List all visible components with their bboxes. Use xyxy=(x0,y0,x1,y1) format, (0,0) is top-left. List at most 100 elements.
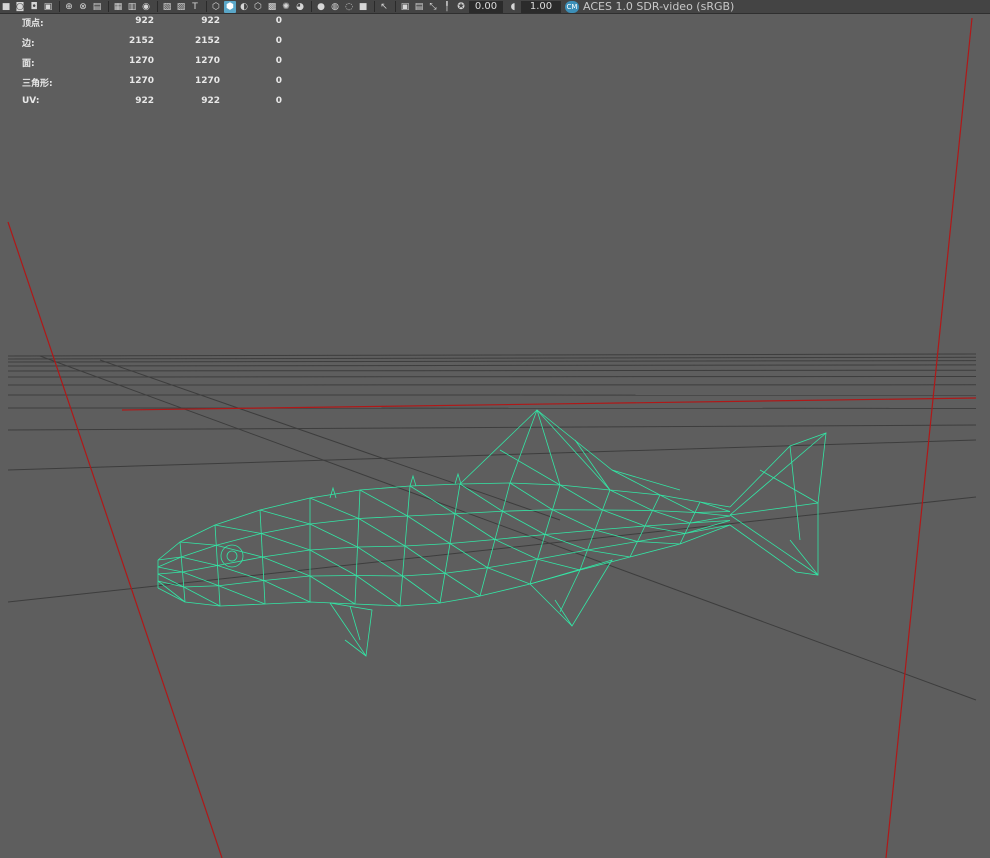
toolbar-divider xyxy=(395,1,396,12)
motion-blur-icon[interactable]: ✺ xyxy=(280,1,292,13)
frame-all-icon[interactable]: ▣ xyxy=(399,1,411,13)
grid-toggle-icon[interactable]: ⊕ xyxy=(63,1,75,13)
mesh-edge xyxy=(404,515,408,547)
mesh-edge xyxy=(358,489,361,519)
view-transform-label[interactable]: ACES 1.0 SDR-video (sRGB) xyxy=(583,0,734,13)
mesh-edge xyxy=(574,439,611,491)
field-chart-icon[interactable]: ▥ xyxy=(126,1,138,13)
camera-select-icon[interactable]: ■ xyxy=(0,1,12,13)
mesh-edge xyxy=(182,571,185,588)
mesh-edge xyxy=(729,502,819,516)
fish-wireframe-mesh[interactable] xyxy=(157,409,827,657)
resolution-gate-icon[interactable]: ▤ xyxy=(91,1,103,13)
grease-pencil-icon[interactable]: ╿ xyxy=(441,1,453,13)
mesh-edge xyxy=(179,541,182,558)
mesh-edge xyxy=(509,409,538,484)
grid-line xyxy=(7,424,977,431)
mesh-edge xyxy=(587,549,631,558)
grid-line xyxy=(7,356,977,360)
image-plane-icon[interactable]: ▣ xyxy=(42,1,54,13)
color-management-icon[interactable]: CM xyxy=(565,0,579,13)
safe-action-icon[interactable]: ▦ xyxy=(112,1,124,13)
wireframe-shade-icon[interactable]: ⬡ xyxy=(210,1,222,13)
mesh-edge xyxy=(449,543,488,569)
exposure-field[interactable]: 0.00 xyxy=(469,0,503,13)
use-lights-icon[interactable]: ◐ xyxy=(238,1,250,13)
grid-line xyxy=(39,355,977,701)
frame-selection-icon[interactable]: ▤ xyxy=(413,1,425,13)
toolbar-divider xyxy=(108,1,109,12)
smooth-shade-all-icon[interactable]: ⬢ xyxy=(224,0,236,13)
textured-icon[interactable]: T xyxy=(189,1,201,13)
mesh-edge xyxy=(215,545,218,566)
shadows-icon[interactable]: ⬡ xyxy=(252,1,264,13)
default-material-icon[interactable]: ▨ xyxy=(175,1,187,13)
mesh-edge xyxy=(509,482,553,511)
xray-joints-icon[interactable]: ◍ xyxy=(329,1,341,13)
grid-line xyxy=(7,364,977,367)
mesh-edge xyxy=(355,546,358,576)
select-camera-icon[interactable]: ↖ xyxy=(378,1,390,13)
toolbar-divider xyxy=(374,1,375,12)
isolate-select-icon[interactable]: ■ xyxy=(357,1,369,13)
mesh-edge xyxy=(789,445,801,541)
anti-alias-icon[interactable]: ◕ xyxy=(294,1,306,13)
mesh-edge xyxy=(502,510,546,535)
bookmarks-icon[interactable]: ◘ xyxy=(28,1,40,13)
mesh-edge xyxy=(157,482,731,561)
mesh-edge xyxy=(309,549,357,576)
mesh-edge xyxy=(637,541,681,545)
mesh-edge xyxy=(407,485,411,517)
wireframe-icon[interactable]: ◉ xyxy=(140,1,152,13)
mesh-edge xyxy=(356,575,401,607)
grid-line xyxy=(7,439,977,471)
mesh-edge xyxy=(594,529,638,542)
mesh-edge xyxy=(220,544,244,568)
mesh-edge xyxy=(579,549,588,571)
mesh-edge xyxy=(261,533,311,551)
mesh-edge xyxy=(157,509,731,568)
mesh-edge xyxy=(529,559,538,585)
mesh-edge xyxy=(494,539,538,560)
mesh-edge xyxy=(454,472,462,485)
ambient-occlusion-icon[interactable]: ▩ xyxy=(266,1,278,13)
mesh-edge xyxy=(699,501,731,512)
mesh-edge xyxy=(354,575,357,605)
mesh-edge xyxy=(644,510,653,527)
smooth-shade-icon[interactable]: ▧ xyxy=(161,1,173,13)
mesh-edge xyxy=(402,575,441,604)
mesh-edge xyxy=(729,432,827,516)
mesh-edge xyxy=(659,494,696,513)
gamma-icon[interactable]: ◖ xyxy=(507,1,519,13)
mesh-edge xyxy=(309,497,359,519)
mesh-edge xyxy=(309,523,358,548)
frustum-lines xyxy=(7,17,977,858)
pan-zoom-icon[interactable]: ⤡ xyxy=(427,1,439,13)
mesh-edge xyxy=(544,509,553,535)
mesh-edge xyxy=(179,541,217,546)
mesh-edge xyxy=(216,544,263,558)
xray-components-icon[interactable]: ◌ xyxy=(343,1,355,13)
exposure-icon[interactable]: ✪ xyxy=(455,1,467,13)
mesh-edge xyxy=(399,575,403,607)
mesh-edge xyxy=(218,585,266,605)
3d-viewport[interactable] xyxy=(0,14,990,858)
mesh-edge xyxy=(789,539,819,576)
mesh-edge xyxy=(214,524,262,534)
axis-line xyxy=(7,221,223,858)
xray-icon[interactable]: ● xyxy=(315,1,327,13)
film-gate-icon[interactable]: ⊗ xyxy=(77,1,89,13)
mesh-edge xyxy=(357,518,360,548)
mesh-edge xyxy=(729,514,819,576)
mesh-edge xyxy=(444,543,451,574)
mesh-edge xyxy=(214,524,217,546)
mesh-edge xyxy=(259,509,311,525)
mesh-edge xyxy=(404,545,446,574)
mesh-edge xyxy=(217,565,220,586)
camera-attributes-icon[interactable]: ◙ xyxy=(14,1,26,13)
mesh-edge xyxy=(182,571,219,587)
gamma-field[interactable]: 1.00 xyxy=(521,0,561,13)
mesh-edge xyxy=(183,586,221,607)
mesh-edge xyxy=(181,556,218,566)
mesh-edge xyxy=(559,569,581,613)
